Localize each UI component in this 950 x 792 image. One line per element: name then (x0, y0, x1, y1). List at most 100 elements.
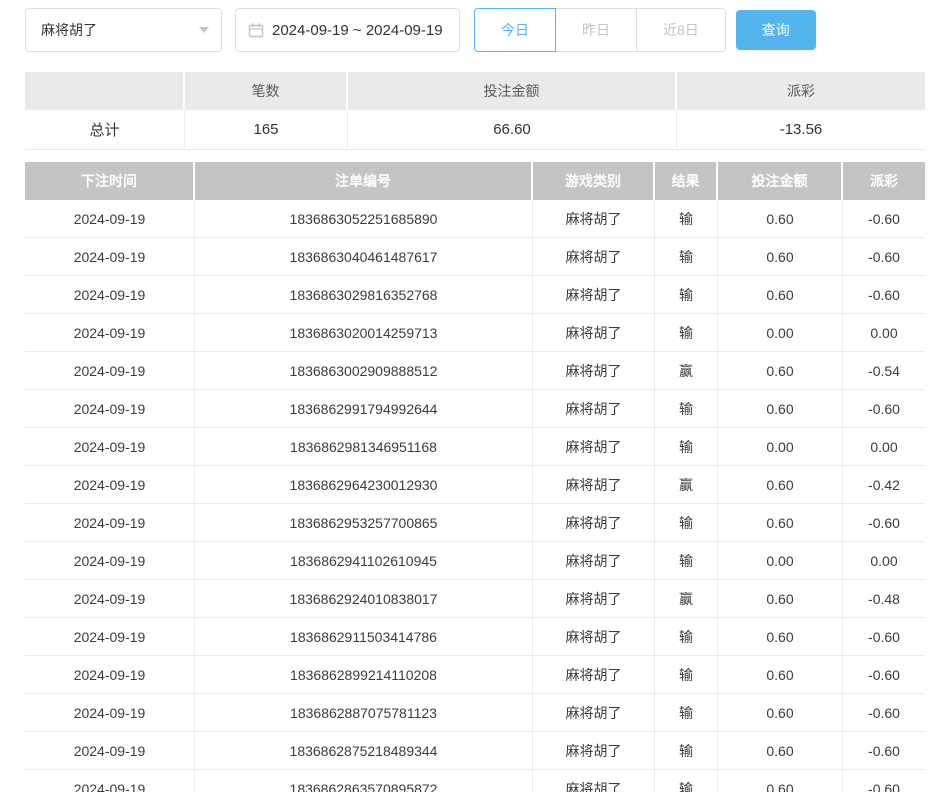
table-row: 2024-09-191836863029816352768麻将胡了输0.60-0… (25, 276, 925, 314)
header-result: 结果 (655, 162, 718, 200)
game-select-value: 麻将胡了 (41, 20, 199, 40)
table-row: 2024-09-191836862941102610945麻将胡了输0.000.… (25, 542, 925, 580)
cell-game-type: 麻将胡了 (533, 314, 655, 352)
cell-game-type: 麻将胡了 (533, 580, 655, 618)
report-page: 麻将胡了 2024-09-19 ~ 2024-09-19 今日 昨日 近8日 查… (0, 0, 950, 792)
cell-game-type: 麻将胡了 (533, 352, 655, 390)
header-payout: 派彩 (843, 162, 925, 200)
cell-payout: -0.42 (843, 466, 925, 504)
cell-result: 输 (655, 314, 718, 352)
cell-game-type: 麻将胡了 (533, 428, 655, 466)
cell-bet-id: 1836863040461487617 (195, 238, 533, 276)
cell-bet-id: 1836862953257700865 (195, 504, 533, 542)
summary-total-label: 总计 (25, 110, 185, 150)
summary-total-row: 总计 165 66.60 -13.56 (25, 110, 925, 150)
cell-bet-id: 1836862941102610945 (195, 542, 533, 580)
cell-payout: -0.60 (843, 238, 925, 276)
cell-game-type: 麻将胡了 (533, 390, 655, 428)
date-range-input[interactable]: 2024-09-19 ~ 2024-09-19 (235, 8, 460, 52)
cell-result: 输 (655, 276, 718, 314)
table-row: 2024-09-191836862899214110208麻将胡了输0.60-0… (25, 656, 925, 694)
game-select[interactable]: 麻将胡了 (25, 8, 222, 52)
query-button[interactable]: 查询 (736, 10, 816, 50)
tab-last-8-days[interactable]: 近8日 (636, 8, 726, 52)
cell-bet-time: 2024-09-19 (25, 428, 195, 466)
summary-header-row: 笔数 投注金额 派彩 (25, 72, 925, 110)
cell-game-type: 麻将胡了 (533, 466, 655, 504)
cell-bet-id: 1836862981346951168 (195, 428, 533, 466)
cell-bet-id: 1836862875218489344 (195, 732, 533, 770)
table-row: 2024-09-191836862887075781123麻将胡了输0.60-0… (25, 694, 925, 732)
cell-bet-time: 2024-09-19 (25, 314, 195, 352)
cell-game-type: 麻将胡了 (533, 238, 655, 276)
cell-result: 输 (655, 238, 718, 276)
cell-bet-time: 2024-09-19 (25, 732, 195, 770)
quick-date-button-group: 今日 昨日 近8日 (474, 8, 726, 52)
cell-payout: -0.60 (843, 200, 925, 238)
summary-header-count: 笔数 (185, 72, 348, 110)
cell-bet-id: 1836863002909888512 (195, 352, 533, 390)
cell-bet-time: 2024-09-19 (25, 238, 195, 276)
cell-game-type: 麻将胡了 (533, 276, 655, 314)
cell-game-type: 麻将胡了 (533, 200, 655, 238)
tab-yesterday[interactable]: 昨日 (555, 8, 637, 52)
bet-table-body: 2024-09-191836863052251685890麻将胡了输0.60-0… (25, 200, 925, 792)
cell-bet-id: 1836862899214110208 (195, 656, 533, 694)
cell-bet-time: 2024-09-19 (25, 542, 195, 580)
table-row: 2024-09-191836862964230012930麻将胡了赢0.60-0… (25, 466, 925, 504)
cell-result: 输 (655, 618, 718, 656)
cell-payout: 0.00 (843, 314, 925, 352)
table-row: 2024-09-191836862924010838017麻将胡了赢0.60-0… (25, 580, 925, 618)
cell-payout: -0.54 (843, 352, 925, 390)
summary-table: 笔数 投注金额 派彩 总计 165 66.60 -13.56 (25, 72, 925, 150)
header-bet-id: 注单编号 (195, 162, 533, 200)
cell-result: 输 (655, 542, 718, 580)
tab-today[interactable]: 今日 (474, 8, 556, 52)
table-row: 2024-09-191836862981346951168麻将胡了输0.000.… (25, 428, 925, 466)
cell-result: 输 (655, 732, 718, 770)
summary-total-count: 165 (185, 110, 348, 150)
cell-bet-time: 2024-09-19 (25, 276, 195, 314)
cell-game-type: 麻将胡了 (533, 656, 655, 694)
table-row: 2024-09-191836863052251685890麻将胡了输0.60-0… (25, 200, 925, 238)
bet-table-header-row: 下注时间 注单编号 游戏类别 结果 投注金额 派彩 (25, 162, 925, 200)
cell-bet-time: 2024-09-19 (25, 352, 195, 390)
cell-bet-id: 1836863020014259713 (195, 314, 533, 352)
cell-bet-amount: 0.60 (718, 200, 843, 238)
cell-bet-time: 2024-09-19 (25, 656, 195, 694)
cell-bet-time: 2024-09-19 (25, 770, 195, 792)
cell-payout: -0.60 (843, 694, 925, 732)
table-row: 2024-09-191836862911503414786麻将胡了输0.60-0… (25, 618, 925, 656)
cell-payout: -0.60 (843, 276, 925, 314)
filter-toolbar: 麻将胡了 2024-09-19 ~ 2024-09-19 今日 昨日 近8日 查… (25, 8, 925, 52)
cell-bet-amount: 0.60 (718, 390, 843, 428)
summary-header-payout: 派彩 (677, 72, 925, 110)
date-range-value: 2024-09-19 ~ 2024-09-19 (272, 22, 443, 39)
cell-bet-amount: 0.00 (718, 428, 843, 466)
bet-records-table: 下注时间 注单编号 游戏类别 结果 投注金额 派彩 2024-09-191836… (25, 162, 925, 792)
table-row: 2024-09-191836863020014259713麻将胡了输0.000.… (25, 314, 925, 352)
cell-bet-time: 2024-09-19 (25, 694, 195, 732)
table-row: 2024-09-191836863040461487617麻将胡了输0.60-0… (25, 238, 925, 276)
cell-result: 输 (655, 770, 718, 792)
cell-payout: 0.00 (843, 428, 925, 466)
table-row: 2024-09-191836863002909888512麻将胡了赢0.60-0… (25, 352, 925, 390)
cell-bet-amount: 0.60 (718, 238, 843, 276)
header-bet-amount: 投注金额 (718, 162, 843, 200)
cell-bet-time: 2024-09-19 (25, 200, 195, 238)
cell-game-type: 麻将胡了 (533, 694, 655, 732)
table-row: 2024-09-191836862991794992644麻将胡了输0.60-0… (25, 390, 925, 428)
cell-bet-amount: 0.00 (718, 542, 843, 580)
cell-payout: -0.48 (843, 580, 925, 618)
cell-bet-time: 2024-09-19 (25, 580, 195, 618)
header-bet-time: 下注时间 (25, 162, 195, 200)
cell-result: 赢 (655, 580, 718, 618)
cell-bet-amount: 0.60 (718, 276, 843, 314)
cell-bet-id: 1836862924010838017 (195, 580, 533, 618)
cell-bet-time: 2024-09-19 (25, 466, 195, 504)
cell-bet-id: 1836862964230012930 (195, 466, 533, 504)
cell-bet-amount: 0.00 (718, 314, 843, 352)
calendar-icon (248, 22, 264, 38)
cell-game-type: 麻将胡了 (533, 732, 655, 770)
cell-bet-id: 1836863052251685890 (195, 200, 533, 238)
